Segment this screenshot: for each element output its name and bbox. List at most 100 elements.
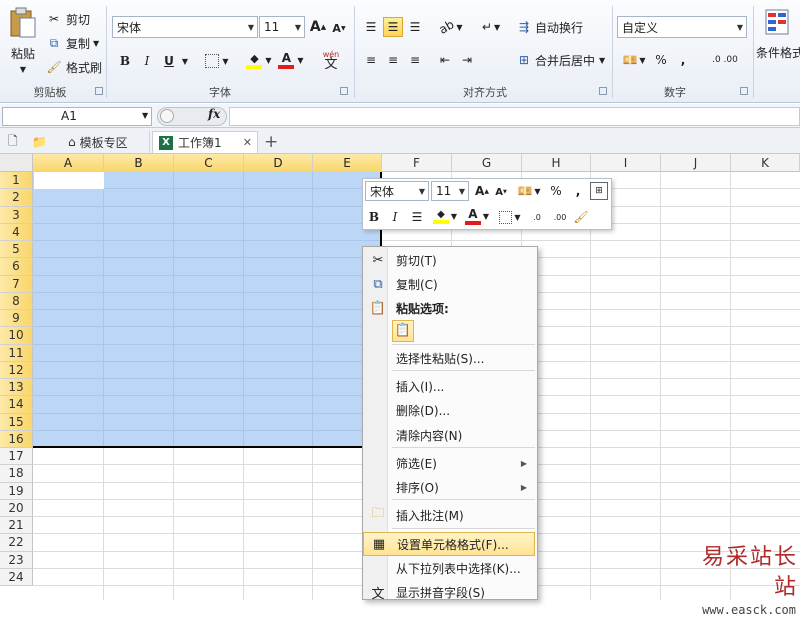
column-header-j[interactable]: J [661,154,731,172]
row-header-19[interactable]: 19 [0,482,33,500]
row-header-24[interactable]: 24 [0,568,33,586]
insert-function-icon[interactable]: fx [208,107,220,121]
new-file-icon[interactable]: 🗋 [8,131,18,153]
shrink-font-button[interactable]: A ▼ [330,19,348,37]
mini-fill-color-button[interactable]: ◆ ▼ [430,206,460,226]
mini-border-button[interactable]: ▼ [496,208,524,226]
row-header-14[interactable]: 14 [0,396,33,414]
align-top-button[interactable]: ☰ [361,17,381,37]
tab-workbook[interactable]: X 工作簿1 ✕ [152,131,258,153]
italic-button[interactable]: I [138,52,156,70]
row-header-5[interactable]: 5 [0,241,33,259]
row-header-6[interactable]: 6 [0,258,33,276]
paste-dropdown-icon[interactable]: ▼ [6,62,40,76]
fill-color-button[interactable]: ◆ ▼ [244,50,274,70]
paste-option-icon[interactable]: 📋 [392,320,414,342]
align-bottom-button[interactable]: ☰ [405,17,425,37]
row-header-9[interactable]: 9 [0,310,33,328]
formula-input[interactable] [229,107,800,126]
decimal-buttons[interactable]: .0 .00 [700,50,750,70]
column-header-f[interactable]: F [382,154,452,172]
menu-item-delete[interactable]: 删除(D)... [363,398,535,422]
mini-shrink-font-icon[interactable]: A ▼ [493,184,509,200]
font-name-combo[interactable]: 宋体 ▼ [112,16,258,38]
select-all-button[interactable] [0,154,33,172]
mini-currency-icon[interactable]: 💴 ▼ [513,182,545,200]
row-header-15[interactable]: 15 [0,413,33,431]
row-header-4[interactable]: 4 [0,223,33,241]
text-direction-button[interactable]: ↵ ▼ [477,17,505,37]
row-header-7[interactable]: 7 [0,275,33,293]
row-header-11[interactable]: 11 [0,344,33,362]
number-format-combo[interactable]: 自定义 ▼ [617,16,747,38]
row-header-1[interactable]: 1 [0,172,33,190]
add-tab-button[interactable]: + [264,131,278,153]
mini-decrease-decimal-icon[interactable]: .00 [549,208,571,226]
menu-item-clear[interactable]: 清除内容(N) [363,423,535,447]
align-left-button[interactable]: ≡ [361,50,381,70]
selected-range[interactable] [33,172,382,448]
clipboard-launcher-icon[interactable] [95,87,103,95]
conditional-format-icon[interactable] [764,8,790,36]
menu-item-phonetic[interactable]: 文显示拼音字段(S) [363,580,535,604]
mini-italic-button[interactable]: I [386,208,404,226]
border-button[interactable]: ▼ [202,52,232,70]
mini-increase-decimal-icon[interactable]: .0 [526,208,548,226]
bold-button[interactable]: B [116,52,134,70]
font-size-combo[interactable]: 11 ▼ [259,16,305,38]
mini-grow-font-icon[interactable]: A ▲ [473,182,491,200]
row-header-17[interactable]: 17 [0,448,33,466]
column-header-e[interactable]: E [313,154,382,172]
column-header-i[interactable]: I [591,154,661,172]
mini-merge-icon[interactable]: ⊞ [590,182,608,200]
folder-icon[interactable]: 📁 [32,131,47,153]
menu-item-filter[interactable]: 筛选(E) ▶ [363,451,535,475]
menu-item-format-cells[interactable]: ▦ 设置单元格格式(F)... [363,532,535,556]
name-box[interactable]: A1 [2,107,152,126]
orientation-button[interactable]: ab ▼ [437,17,465,37]
active-cell[interactable] [34,172,104,189]
mini-comma-button[interactable]: , [571,182,585,200]
conditional-format-button[interactable]: 条件格式 [756,44,800,60]
mini-bold-button[interactable]: B [365,208,383,226]
mini-font-color-button[interactable]: A ▼ [462,206,492,226]
column-header-h[interactable]: H [522,154,591,172]
row-header-13[interactable]: 13 [0,379,33,397]
copy-button[interactable]: ⧉ 复制 ▼ [46,34,99,52]
paste-icon[interactable] [6,6,40,40]
menu-item-insert[interactable]: 插入(I)... [363,374,535,398]
merge-center-button[interactable]: ⊞ 合并后居中 ▼ [516,50,605,70]
column-header-g[interactable]: G [452,154,522,172]
phonetic-button[interactable]: wén 文 [316,47,346,73]
align-center-button[interactable]: ≡ [383,50,403,70]
tab-template[interactable]: ⌂ 模板专区 [62,131,150,153]
row-header-10[interactable]: 10 [0,327,33,345]
row-header-3[interactable]: 3 [0,206,33,224]
row-header-21[interactable]: 21 [0,517,33,535]
currency-button[interactable]: 💴 ▼ [619,50,649,70]
menu-item-sort[interactable]: 排序(O) ▶ [363,475,535,499]
menu-item-comment[interactable]: 🗀 插入批注(M) [363,503,535,527]
menu-item-cut[interactable]: ✂ 剪切(T) [363,248,535,272]
menu-item-pick-list[interactable]: 从下拉列表中选择(K)... [363,556,535,580]
decrease-indent-button[interactable]: ⇤ [435,50,455,70]
mini-font-combo[interactable]: 宋体 ▼ [365,181,429,201]
row-header-16[interactable]: 16 [0,430,33,448]
column-header-c[interactable]: C [174,154,244,172]
font-launcher-icon[interactable] [340,87,348,95]
menu-item-copy[interactable]: ⧉ 复制(C) [363,272,535,296]
number-launcher-icon[interactable] [740,87,748,95]
cut-button[interactable]: ✂ 剪切 [46,10,90,28]
chevron-down-icon[interactable]: ▼ [142,111,148,120]
row-header-8[interactable]: 8 [0,292,33,310]
mini-format-painter-icon[interactable]: 🖌 [572,208,590,226]
row-header-2[interactable]: 2 [0,189,33,207]
underline-button[interactable]: U [160,52,178,70]
paste-button[interactable]: 粘贴 [6,44,40,62]
align-right-button[interactable]: ≡ [405,50,425,70]
row-header-22[interactable]: 22 [0,534,33,552]
percent-button[interactable]: % [652,50,670,70]
alignment-launcher-icon[interactable] [599,87,607,95]
mini-size-combo[interactable]: 11 ▼ [431,181,469,201]
mini-center-icon[interactable]: ☰ [407,208,427,226]
